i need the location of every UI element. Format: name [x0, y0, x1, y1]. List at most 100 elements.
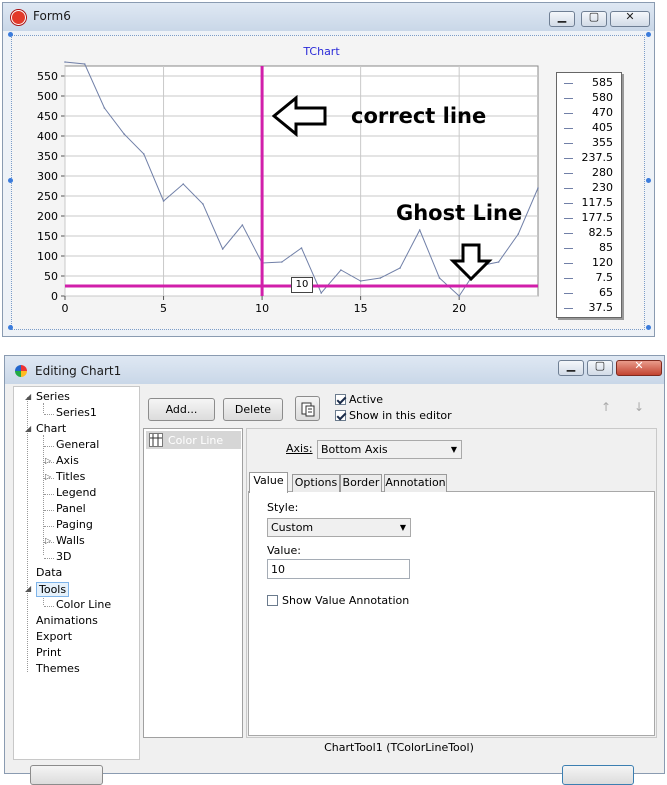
legend-swatch [564, 308, 573, 309]
tab-value[interactable]: Value [249, 472, 288, 493]
maximize-icon: ▢ [594, 359, 606, 372]
tree-item-export[interactable]: Export [36, 630, 72, 643]
legend-item: 470 [557, 106, 621, 121]
editor-close-button[interactable]: ✕ [616, 359, 662, 376]
left-arrow-icon [272, 95, 327, 137]
tree-item-data[interactable]: Data [36, 566, 62, 579]
active-checkbox[interactable] [335, 394, 346, 405]
tree-item-animations[interactable]: Animations [36, 614, 98, 627]
colorline-value-label: 10 [291, 277, 313, 293]
legend-item: 85 [557, 241, 621, 256]
tree-connector [44, 494, 54, 495]
tree-item-tools[interactable]: Tools [36, 582, 70, 597]
chart-legend: 585 580 470 405 355 237.5 280 230 117.5 177.5 82.5… [556, 72, 622, 318]
delete-tool-button[interactable]: Delete [223, 398, 283, 421]
tool-list[interactable]: Color Line [143, 428, 243, 738]
tree-guide-line [27, 397, 28, 672]
editor-maximize-button[interactable]: ▢ [587, 359, 613, 376]
tree-item-legend[interactable]: Legend [56, 486, 96, 499]
minimize-icon: ▁ [566, 359, 576, 372]
data-point [280, 261, 283, 263]
legend-item: 280 [557, 166, 621, 181]
legend-label: 355 [592, 136, 613, 149]
data-point [340, 269, 342, 271]
legend-label: 470 [592, 106, 613, 119]
tree-connector [44, 558, 54, 559]
legend-item: 37.5 [557, 301, 621, 316]
tree-item-paging[interactable]: Paging [56, 518, 93, 531]
tree-item-series[interactable]: Series [36, 390, 70, 403]
legend-swatch [564, 143, 573, 144]
show-value-annotation-label: Show Value Annotation [282, 594, 410, 607]
copy-tool-button[interactable] [295, 396, 320, 421]
axis-select[interactable]: Bottom Axis ▼ [317, 440, 462, 459]
editor-tree[interactable]: ◢ Series Series1 ◢ Chart General ▷ Axis ▷ Titles L… [13, 386, 140, 760]
annotation-correct-line: correct line [351, 104, 487, 128]
value-input[interactable]: 10 [267, 559, 410, 579]
tree-item-color-line[interactable]: Color Line [56, 598, 111, 611]
y-tick-label: 200 [37, 210, 58, 223]
x-tick-label: 5 [160, 302, 167, 315]
legend-swatch [564, 248, 573, 249]
data-point [418, 229, 421, 231]
data-point [103, 107, 106, 109]
tool-list-item[interactable]: Color Line [146, 431, 241, 449]
legend-swatch [564, 128, 573, 129]
tree-item-walls[interactable]: Walls [56, 534, 85, 547]
legend-item: 65 [557, 286, 621, 301]
add-tool-button[interactable]: Add... [148, 398, 215, 421]
style-select[interactable]: Custom ▼ [267, 518, 411, 537]
tree-item-3d[interactable]: 3D [56, 550, 71, 563]
close-editor-button[interactable] [562, 765, 634, 785]
tab-options[interactable]: Options [292, 474, 340, 492]
legend-item: 230 [557, 181, 621, 196]
y-tick-label: 150 [37, 230, 58, 243]
tree-item-panel[interactable]: Panel [56, 502, 86, 515]
tree-item-general[interactable]: General [56, 438, 99, 451]
tree-item-series1[interactable]: Series1 [56, 406, 97, 419]
value-label: Value: [267, 544, 301, 557]
move-up-icon[interactable]: ↑ [601, 400, 611, 414]
x-tick-label: 10 [255, 302, 269, 315]
legend-item: 7.5 [557, 271, 621, 286]
tree-expanded-icon[interactable]: ◢ [25, 424, 31, 433]
teechart-icon [15, 365, 27, 377]
tree-expanded-icon[interactable]: ◢ [25, 584, 31, 593]
tree-connector [44, 606, 54, 607]
tree-collapsed-icon[interactable]: ▷ [45, 456, 51, 465]
tree-collapsed-icon[interactable]: ▷ [45, 472, 51, 481]
tree-item-chart[interactable]: Chart [36, 422, 66, 435]
clipboard-icon [301, 402, 314, 417]
x-tick-label: 20 [452, 302, 466, 315]
legend-item: 120 [557, 256, 621, 271]
legend-item: 355 [557, 136, 621, 151]
show-in-editor-checkbox[interactable] [335, 410, 346, 421]
x-tick-label: 0 [62, 302, 69, 315]
data-point [458, 295, 460, 297]
legend-item: 117.5 [557, 196, 621, 211]
data-point [300, 247, 303, 249]
tree-expanded-icon[interactable]: ◢ [25, 392, 31, 401]
data-point [438, 277, 441, 279]
move-down-icon[interactable]: ↓ [634, 400, 644, 414]
axis-label: Axis: [286, 442, 313, 455]
editor-title: Editing Chart1 [35, 364, 122, 378]
tab-annotation[interactable]: Annotation [384, 474, 447, 492]
legend-item: 237.5 [557, 151, 621, 166]
tab-border[interactable]: Border [340, 474, 382, 492]
help-button[interactable] [30, 765, 103, 785]
legend-swatch [564, 158, 573, 159]
tree-collapsed-icon[interactable]: ▷ [45, 536, 51, 545]
show-value-annotation-checkbox[interactable] [267, 595, 278, 606]
editor-titlebar[interactable]: Editing Chart1 ▁ ▢ ✕ [5, 356, 664, 384]
data-point [497, 261, 500, 263]
chart-title: TChart [302, 45, 340, 58]
tree-item-themes[interactable]: Themes [36, 662, 80, 675]
tree-item-axis[interactable]: Axis [56, 454, 79, 467]
annotation-ghost-line: Ghost Line [396, 201, 523, 225]
editor-minimize-button[interactable]: ▁ [558, 359, 584, 376]
tree-item-print[interactable]: Print [36, 646, 61, 659]
legend-label: 85 [599, 241, 613, 254]
tree-item-titles[interactable]: Titles [56, 470, 85, 483]
style-label: Style: [267, 501, 299, 514]
